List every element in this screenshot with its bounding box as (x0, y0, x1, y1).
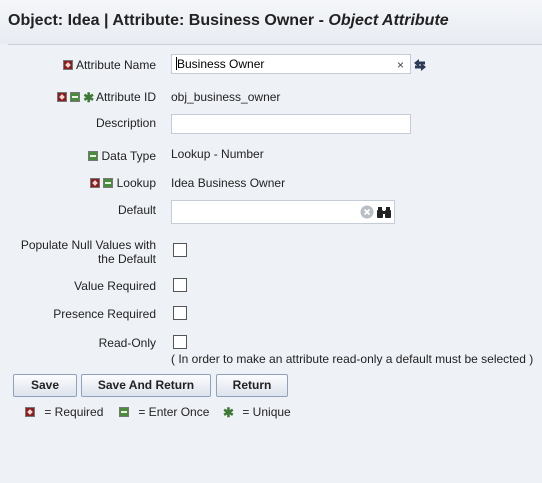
required-icon (89, 178, 100, 188)
value-required-label: Value Required (74, 279, 156, 293)
description-label: Description (95, 116, 156, 130)
enter-once-icon (69, 92, 80, 102)
read-only-checkbox[interactable] (173, 335, 187, 349)
presence-required-label: Presence Required (53, 307, 156, 321)
binoculars-icon[interactable] (377, 205, 391, 219)
page-title: Object: Idea | Attribute: Business Owner… (0, 0, 542, 44)
attribute-id-value: obj_business_owner (171, 90, 281, 104)
attribute-id-label: ✱ Attribute ID (56, 90, 156, 105)
required-icon (56, 92, 67, 102)
page-title-italic: Object Attribute (328, 12, 449, 29)
enter-once-icon (103, 178, 114, 188)
legend-enter-once: = Enter Once (119, 405, 209, 419)
return-button[interactable]: Return (216, 374, 288, 397)
required-icon (25, 407, 35, 417)
clear-default-icon[interactable] (360, 205, 374, 219)
unique-icon: ✱ (223, 405, 234, 420)
lookup-value: Idea Business Owner (171, 176, 286, 190)
read-only-label: Read-Only (98, 336, 156, 350)
legend-required: = Required (25, 405, 103, 419)
enter-once-icon (88, 151, 99, 161)
value-required-checkbox[interactable] (173, 278, 187, 292)
page-title-main: Object: Idea | Attribute: Business Owner… (8, 12, 329, 29)
swap-icon[interactable] (411, 56, 429, 74)
data-type-label: Data Type (88, 149, 156, 163)
default-label: Default (117, 203, 156, 217)
save-button[interactable]: Save (13, 374, 77, 397)
populate-null-label: Populate Null Values with the Default (20, 238, 156, 266)
data-type-value: Lookup - Number (171, 147, 264, 161)
description-input[interactable] (171, 114, 411, 134)
read-only-hint: ( In order to make an attribute read-onl… (171, 352, 534, 366)
clear-icon[interactable]: × (397, 58, 404, 72)
attribute-name-label: Attribute Name (63, 58, 156, 72)
unique-icon: ✱ (83, 90, 95, 105)
required-icon (63, 60, 74, 70)
save-and-return-button[interactable]: Save And Return (81, 374, 211, 397)
enter-once-icon (119, 407, 129, 417)
lookup-label: Lookup (89, 176, 156, 190)
attribute-name-input[interactable]: Business Owner (171, 54, 411, 74)
presence-required-checkbox[interactable] (173, 306, 187, 320)
legend-unique: ✱ = Unique (223, 405, 291, 420)
title-divider (8, 44, 542, 45)
populate-null-checkbox[interactable] (173, 243, 187, 257)
